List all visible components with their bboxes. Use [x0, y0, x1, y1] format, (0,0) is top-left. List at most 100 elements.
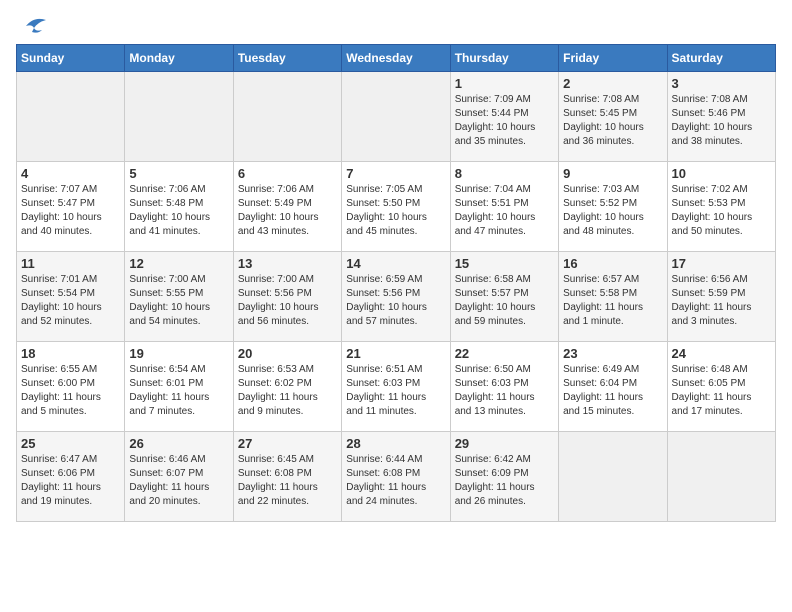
- day-info: Sunrise: 7:05 AM Sunset: 5:50 PM Dayligh…: [346, 183, 445, 239]
- day-info: Sunrise: 7:06 AM Sunset: 5:49 PM Dayligh…: [238, 183, 337, 239]
- calendar-cell: 28 Sunrise: 6:44 AM Sunset: 6:08 PM Dayli…: [342, 432, 450, 522]
- calendar-cell: 4 Sunrise: 7:07 AM Sunset: 5:47 PM Daylig…: [17, 162, 125, 252]
- day-number: 29: [455, 436, 554, 451]
- calendar-cell: 16 Sunrise: 6:57 AM Sunset: 5:58 PM Dayli…: [559, 252, 667, 342]
- col-header-thursday: Thursday: [450, 45, 558, 72]
- col-header-wednesday: Wednesday: [342, 45, 450, 72]
- day-number: 25: [21, 436, 120, 451]
- day-info: Sunrise: 7:01 AM Sunset: 5:54 PM Dayligh…: [21, 273, 120, 329]
- calendar-cell: 18 Sunrise: 6:55 AM Sunset: 6:00 PM Dayli…: [17, 342, 125, 432]
- page-header: [16, 16, 776, 34]
- day-number: 22: [455, 346, 554, 361]
- calendar-cell: 22 Sunrise: 6:50 AM Sunset: 6:03 PM Dayli…: [450, 342, 558, 432]
- day-info: Sunrise: 6:47 AM Sunset: 6:06 PM Dayligh…: [21, 453, 120, 509]
- calendar-cell: 8 Sunrise: 7:04 AM Sunset: 5:51 PM Daylig…: [450, 162, 558, 252]
- col-header-friday: Friday: [559, 45, 667, 72]
- calendar-cell: 21 Sunrise: 6:51 AM Sunset: 6:03 PM Dayli…: [342, 342, 450, 432]
- day-info: Sunrise: 6:42 AM Sunset: 6:09 PM Dayligh…: [455, 453, 554, 509]
- calendar-cell: 1Sunrise: 7:09 AM Sunset: 5:44 PM Daylig…: [450, 72, 558, 162]
- calendar-cell: 24 Sunrise: 6:48 AM Sunset: 6:05 PM Dayli…: [667, 342, 775, 432]
- calendar-cell: 3 Sunrise: 7:08 AM Sunset: 5:46 PM Daylig…: [667, 72, 775, 162]
- calendar-week-row: 11 Sunrise: 7:01 AM Sunset: 5:54 PM Dayli…: [17, 252, 776, 342]
- calendar-cell: 23 Sunrise: 6:49 AM Sunset: 6:04 PM Dayli…: [559, 342, 667, 432]
- day-info: Sunrise: 6:51 AM Sunset: 6:03 PM Dayligh…: [346, 363, 445, 419]
- day-number: 27: [238, 436, 337, 451]
- day-info: Sunrise: 6:58 AM Sunset: 5:57 PM Dayligh…: [455, 273, 554, 329]
- day-number: 26: [129, 436, 228, 451]
- calendar-cell: 10 Sunrise: 7:02 AM Sunset: 5:53 PM Dayli…: [667, 162, 775, 252]
- calendar-week-row: 18 Sunrise: 6:55 AM Sunset: 6:00 PM Dayli…: [17, 342, 776, 432]
- calendar-week-row: 25 Sunrise: 6:47 AM Sunset: 6:06 PM Dayli…: [17, 432, 776, 522]
- day-info: Sunrise: 6:50 AM Sunset: 6:03 PM Dayligh…: [455, 363, 554, 419]
- calendar-cell: 14 Sunrise: 6:59 AM Sunset: 5:56 PM Dayli…: [342, 252, 450, 342]
- day-number: 2: [563, 76, 662, 91]
- calendar-cell: 9 Sunrise: 7:03 AM Sunset: 5:52 PM Daylig…: [559, 162, 667, 252]
- logo-bird-icon: [18, 16, 50, 38]
- day-info: Sunrise: 6:54 AM Sunset: 6:01 PM Dayligh…: [129, 363, 228, 419]
- day-info: Sunrise: 6:49 AM Sunset: 6:04 PM Dayligh…: [563, 363, 662, 419]
- calendar-cell: 11 Sunrise: 7:01 AM Sunset: 5:54 PM Dayli…: [17, 252, 125, 342]
- day-number: 23: [563, 346, 662, 361]
- calendar-table: SundayMondayTuesdayWednesdayThursdayFrid…: [16, 44, 776, 522]
- day-info: Sunrise: 7:06 AM Sunset: 5:48 PM Dayligh…: [129, 183, 228, 239]
- day-number: 17: [672, 256, 771, 271]
- day-info: Sunrise: 7:09 AM Sunset: 5:44 PM Dayligh…: [455, 93, 554, 149]
- day-number: 13: [238, 256, 337, 271]
- day-info: Sunrise: 7:07 AM Sunset: 5:47 PM Dayligh…: [21, 183, 120, 239]
- calendar-cell: 29 Sunrise: 6:42 AM Sunset: 6:09 PM Dayli…: [450, 432, 558, 522]
- day-info: Sunrise: 7:02 AM Sunset: 5:53 PM Dayligh…: [672, 183, 771, 239]
- day-number: 9: [563, 166, 662, 181]
- day-number: 21: [346, 346, 445, 361]
- day-number: 11: [21, 256, 120, 271]
- day-info: Sunrise: 6:57 AM Sunset: 5:58 PM Dayligh…: [563, 273, 662, 329]
- col-header-sunday: Sunday: [17, 45, 125, 72]
- day-info: Sunrise: 7:08 AM Sunset: 5:46 PM Dayligh…: [672, 93, 771, 149]
- day-number: 7: [346, 166, 445, 181]
- day-number: 10: [672, 166, 771, 181]
- calendar-cell: [667, 432, 775, 522]
- day-number: 4: [21, 166, 120, 181]
- day-number: 5: [129, 166, 228, 181]
- calendar-cell: 13 Sunrise: 7:00 AM Sunset: 5:56 PM Dayli…: [233, 252, 341, 342]
- day-number: 14: [346, 256, 445, 271]
- day-info: Sunrise: 6:45 AM Sunset: 6:08 PM Dayligh…: [238, 453, 337, 509]
- day-number: 24: [672, 346, 771, 361]
- calendar-cell: [342, 72, 450, 162]
- calendar-cell: 26 Sunrise: 6:46 AM Sunset: 6:07 PM Dayli…: [125, 432, 233, 522]
- day-number: 6: [238, 166, 337, 181]
- day-info: Sunrise: 7:00 AM Sunset: 5:55 PM Dayligh…: [129, 273, 228, 329]
- day-info: Sunrise: 6:53 AM Sunset: 6:02 PM Dayligh…: [238, 363, 337, 419]
- day-info: Sunrise: 7:08 AM Sunset: 5:45 PM Dayligh…: [563, 93, 662, 149]
- col-header-tuesday: Tuesday: [233, 45, 341, 72]
- day-info: Sunrise: 6:59 AM Sunset: 5:56 PM Dayligh…: [346, 273, 445, 329]
- day-number: 28: [346, 436, 445, 451]
- calendar-cell: 5 Sunrise: 7:06 AM Sunset: 5:48 PM Daylig…: [125, 162, 233, 252]
- day-info: Sunrise: 6:56 AM Sunset: 5:59 PM Dayligh…: [672, 273, 771, 329]
- day-info: Sunrise: 6:55 AM Sunset: 6:00 PM Dayligh…: [21, 363, 120, 419]
- calendar-cell: 27 Sunrise: 6:45 AM Sunset: 6:08 PM Dayli…: [233, 432, 341, 522]
- col-header-saturday: Saturday: [667, 45, 775, 72]
- calendar-cell: [233, 72, 341, 162]
- day-info: Sunrise: 7:03 AM Sunset: 5:52 PM Dayligh…: [563, 183, 662, 239]
- day-info: Sunrise: 6:44 AM Sunset: 6:08 PM Dayligh…: [346, 453, 445, 509]
- calendar-cell: 19 Sunrise: 6:54 AM Sunset: 6:01 PM Dayli…: [125, 342, 233, 432]
- calendar-week-row: 1Sunrise: 7:09 AM Sunset: 5:44 PM Daylig…: [17, 72, 776, 162]
- day-number: 18: [21, 346, 120, 361]
- day-number: 19: [129, 346, 228, 361]
- day-info: Sunrise: 6:48 AM Sunset: 6:05 PM Dayligh…: [672, 363, 771, 419]
- day-info: Sunrise: 7:00 AM Sunset: 5:56 PM Dayligh…: [238, 273, 337, 329]
- calendar-header-row: SundayMondayTuesdayWednesdayThursdayFrid…: [17, 45, 776, 72]
- calendar-cell: [125, 72, 233, 162]
- calendar-cell: [559, 432, 667, 522]
- day-number: 3: [672, 76, 771, 91]
- day-number: 16: [563, 256, 662, 271]
- calendar-cell: 7 Sunrise: 7:05 AM Sunset: 5:50 PM Daylig…: [342, 162, 450, 252]
- day-number: 8: [455, 166, 554, 181]
- calendar-cell: 25 Sunrise: 6:47 AM Sunset: 6:06 PM Dayli…: [17, 432, 125, 522]
- col-header-monday: Monday: [125, 45, 233, 72]
- calendar-cell: 20Sunrise: 6:53 AM Sunset: 6:02 PM Dayli…: [233, 342, 341, 432]
- day-info: Sunrise: 7:04 AM Sunset: 5:51 PM Dayligh…: [455, 183, 554, 239]
- day-number: 15: [455, 256, 554, 271]
- calendar-week-row: 4 Sunrise: 7:07 AM Sunset: 5:47 PM Daylig…: [17, 162, 776, 252]
- day-info: Sunrise: 6:46 AM Sunset: 6:07 PM Dayligh…: [129, 453, 228, 509]
